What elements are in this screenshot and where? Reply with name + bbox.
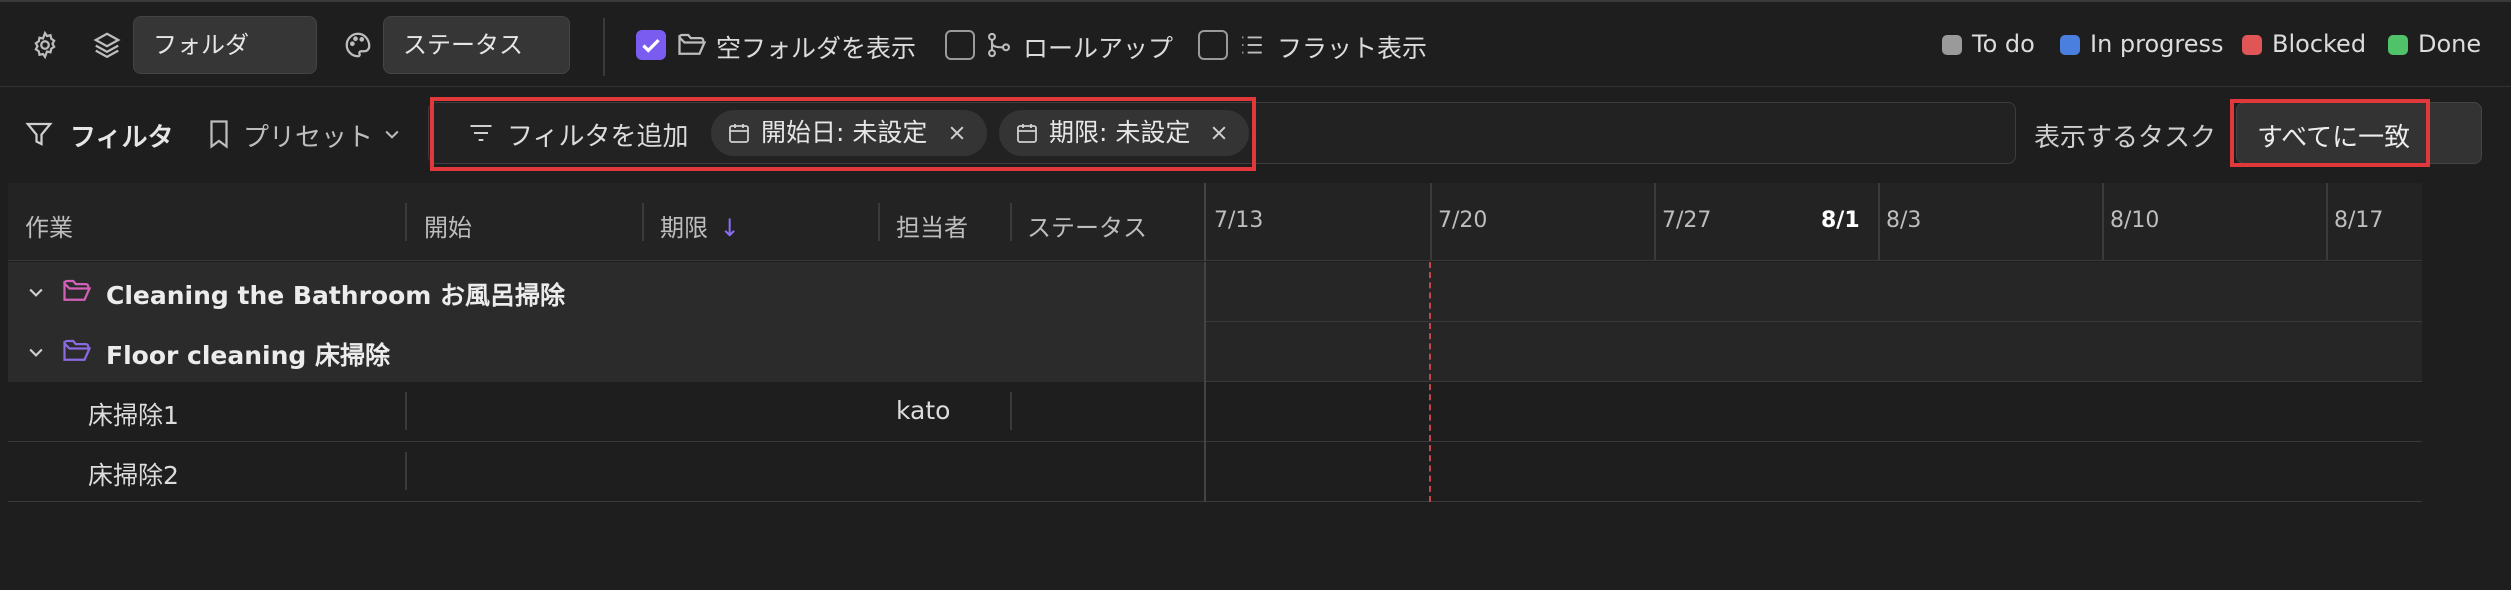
column-resizer	[1010, 203, 1012, 241]
list-icon	[1239, 32, 1265, 58]
grid-header: 作業 開始 期限 ↓ 担当者 ステータス 7/13 7/20 7/27 8/1 …	[8, 183, 2422, 261]
timeline-date-label: 7/20	[1438, 208, 1488, 233]
layers-icon	[92, 30, 122, 60]
task-name[interactable]: 床掃除1	[88, 396, 179, 432]
view-toolbar: フォルダ ステータス 空フォルダを表示 ロールアップ フラット表示 To do	[0, 0, 2511, 87]
legend-todo-swatch	[1942, 35, 1962, 55]
cell-divider	[1010, 392, 1012, 430]
column-header-status[interactable]: ステータス	[1027, 208, 1147, 243]
palette-icon	[343, 30, 373, 60]
legend-in-progress-label: In progress	[2090, 30, 2224, 58]
timeline-today-label: 8/1	[1821, 208, 1860, 233]
pane-divider	[1204, 382, 1206, 442]
timeline-date-label: 7/13	[1214, 208, 1264, 233]
highlight-frame	[2230, 99, 2430, 167]
task-row[interactable]: 床掃除1 kato	[8, 382, 2422, 442]
column-resizer	[642, 203, 644, 241]
show-tasks-label: 表示するタスク	[2034, 123, 2217, 153]
color-by-select[interactable]: ステータス	[383, 16, 570, 74]
group-row-cells: Cleaning the Bathroom お風呂掃除	[8, 262, 1204, 322]
flat-view-checkbox[interactable]	[1198, 30, 1228, 60]
group-row[interactable]: Cleaning the Bathroom お風呂掃除	[8, 262, 2422, 322]
legend-blocked-swatch	[2242, 35, 2262, 55]
legend-in-progress-swatch	[2060, 35, 2080, 55]
pane-divider	[1204, 322, 1206, 382]
legend-done-swatch	[2388, 35, 2408, 55]
preset-button[interactable]: プリセット	[243, 117, 373, 154]
chevron-down-icon[interactable]	[26, 282, 46, 302]
filter-funnel-icon	[24, 119, 54, 149]
show-empty-folders-label: 空フォルダを表示	[716, 34, 917, 63]
group-by-select[interactable]: フォルダ	[133, 16, 317, 74]
pane-divider	[1204, 183, 1206, 261]
cell-divider	[405, 452, 407, 490]
folder-open-icon	[62, 337, 92, 365]
column-header-start[interactable]: 開始	[424, 208, 472, 243]
timeline-date-label: 8/3	[1886, 208, 1922, 233]
timeline-week-line	[1430, 183, 1432, 261]
filter-label[interactable]: フィルタ	[70, 117, 173, 154]
chevron-down-icon[interactable]	[26, 342, 46, 362]
cell-divider	[405, 392, 407, 430]
folder-open-icon	[62, 277, 92, 305]
timeline-date-label: 7/27	[1662, 208, 1712, 233]
bookmark-icon	[206, 119, 232, 149]
timeline-date-label: 8/10	[2110, 208, 2160, 233]
folder-open-icon	[677, 31, 707, 59]
column-resizer	[878, 203, 880, 241]
flat-view-label: フラット表示	[1277, 34, 1428, 63]
chevron-down-icon[interactable]	[382, 124, 402, 144]
pane-divider	[1204, 262, 1206, 322]
column-header-task[interactable]: 作業	[25, 208, 73, 243]
rollup-checkbox[interactable]	[945, 30, 975, 60]
task-row[interactable]: 床掃除2	[8, 442, 2422, 502]
sort-arrow-icon: ↓	[719, 214, 740, 242]
show-empty-folders-checkbox[interactable]	[636, 30, 666, 60]
timeline-date-label: 8/17	[2334, 208, 2384, 233]
legend-todo-label: To do	[1972, 30, 2035, 58]
group-row-cells: Floor cleaning 床掃除	[8, 322, 1204, 382]
group-name: Cleaning the Bathroom お風呂掃除	[106, 281, 566, 310]
highlight-frame	[430, 97, 1256, 171]
timeline-week-line	[2102, 183, 2104, 261]
column-resizer	[405, 203, 407, 241]
rollup-label: ロールアップ	[1023, 34, 1174, 63]
today-marker-line	[1429, 262, 1431, 502]
pane-divider	[1204, 442, 1206, 502]
legend-done-label: Done	[2418, 30, 2482, 58]
column-header-due-label: 期限	[660, 214, 708, 242]
git-branch-icon	[985, 30, 1013, 60]
task-name[interactable]: 床掃除2	[88, 456, 179, 492]
legend-blocked-label: Blocked	[2272, 30, 2367, 58]
column-header-assignee[interactable]: 担当者	[896, 208, 968, 243]
timeline-week-line	[1654, 183, 1656, 261]
group-row[interactable]: Floor cleaning 床掃除	[8, 322, 2422, 382]
task-assignee[interactable]: kato	[896, 396, 950, 425]
timeline-week-line	[1878, 183, 1880, 261]
timeline-week-line	[2326, 183, 2328, 261]
group-name: Floor cleaning 床掃除	[106, 341, 391, 370]
toolbar-divider	[603, 18, 605, 76]
column-header-due[interactable]: 期限 ↓	[660, 208, 740, 243]
gear-icon[interactable]	[30, 30, 60, 60]
